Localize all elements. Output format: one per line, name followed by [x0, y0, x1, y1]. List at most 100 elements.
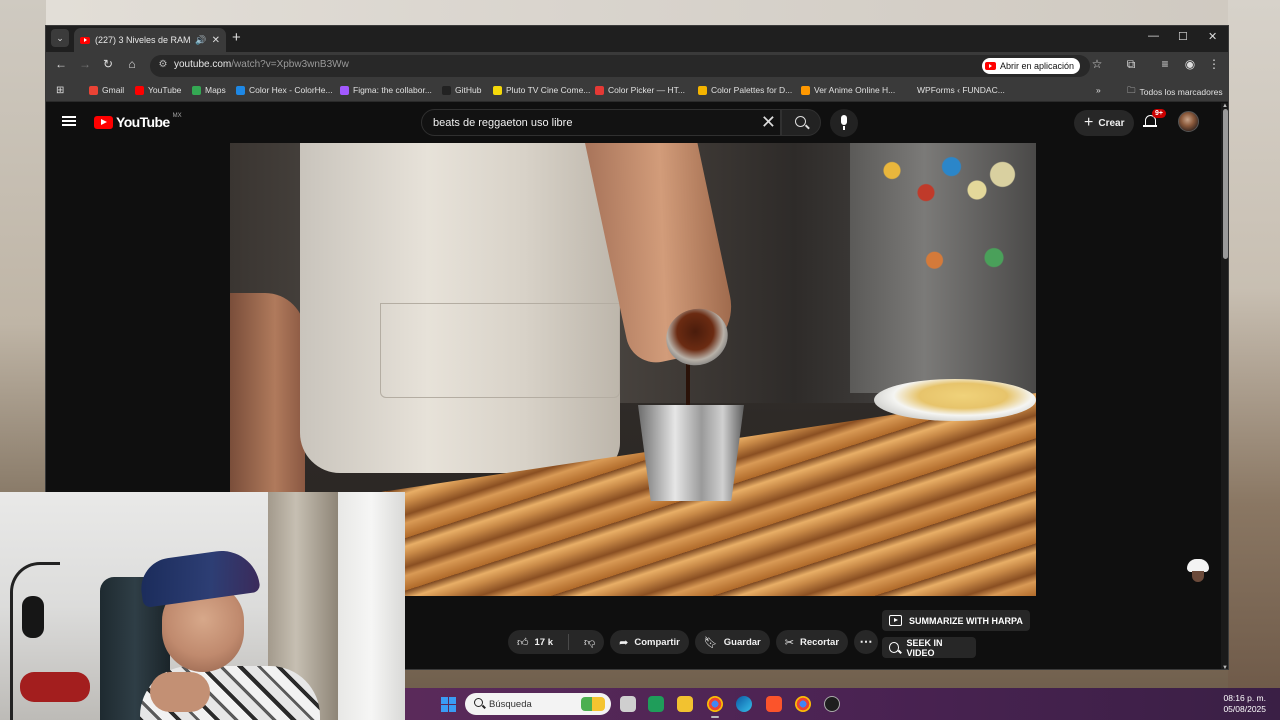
video-actions: 👍︎ 17 k 👎︎ ➦ Compartir 🔖︎ Guardar ✂ Recortar… — [508, 630, 879, 654]
windows-start-icon[interactable] — [441, 697, 456, 712]
tab-strip: ⌄ (227) 3 Niveles de RAMEN | 🔊 ✕ + — ☐ ✕ — [46, 26, 1228, 52]
windows-taskbar: Búsqueda 08:16 p. m. 05/08/2025 — [405, 688, 1280, 720]
bookmark-github[interactable]: GitHub — [442, 85, 481, 95]
video-summary-icon — [889, 615, 902, 626]
bookmark-maps[interactable]: Maps — [192, 85, 226, 95]
like-count: 17 k — [534, 636, 554, 648]
bookmark-colorpalettes[interactable]: Color Palettes for D... — [698, 85, 792, 95]
webcam-overlay — [0, 492, 405, 720]
scroll-down-icon[interactable]: ▼ — [1222, 665, 1228, 669]
apps-grid-icon[interactable]: ⊞ — [56, 85, 64, 96]
bookmark-plutotv[interactable]: Pluto TV Cine Come... — [493, 85, 590, 95]
youtube-app-icon — [984, 62, 996, 70]
scroll-thumb[interactable] — [1223, 109, 1228, 259]
tab-title: (227) 3 Niveles de RAMEN | — [95, 35, 191, 45]
tab-youtube[interactable]: (227) 3 Niveles de RAMEN | 🔊 ✕ — [74, 28, 226, 52]
summarize-with-harpa-button[interactable]: SUMMARIZE WITH HARPA — [882, 610, 1030, 631]
all-bookmarks-folder[interactable]: 🗀 Todos los marcadores — [1127, 85, 1223, 99]
search-highlight-icon — [581, 697, 605, 711]
like-button[interactable]: 👍︎ 17 k — [508, 630, 562, 654]
tab-search-button[interactable]: ⌄ — [51, 29, 69, 47]
back-icon[interactable]: ← — [52, 57, 70, 71]
bookmark-wpforms[interactable]: WPForms ‹ FUNDAC... — [904, 85, 1005, 95]
desktop-background-top — [0, 0, 1280, 25]
region-code: MX — [172, 113, 182, 119]
share-button[interactable]: ➦ Compartir — [610, 630, 689, 654]
search-button[interactable] — [781, 109, 821, 136]
bookmark-star-icon[interactable]: ☆ — [1088, 57, 1106, 71]
speaker-icon[interactable]: 🔊 — [195, 35, 206, 46]
clock-date: 05/08/2025 — [1223, 704, 1266, 714]
site-info-icon[interactable]: ⚙ — [156, 59, 170, 73]
plus-icon: + — [1084, 114, 1094, 131]
close-tab-icon[interactable]: ✕ — [212, 35, 220, 46]
bookmark-youtube[interactable]: YouTube — [135, 85, 181, 95]
harpa-panel: SUMMARIZE WITH HARPA SEEK IN VIDEO — [882, 610, 1030, 658]
reading-list-icon[interactable]: ≡ — [1156, 57, 1174, 71]
chef-extension-icon[interactable] — [1185, 559, 1211, 583]
page-scrollbar[interactable]: ▲ ▼ — [1221, 103, 1228, 669]
taskbar-search[interactable]: Búsqueda — [465, 693, 611, 715]
browser-toolbar: ← → ↻ ⌂ ⚙ youtube.com/watch?v=Xpbw3wnB3W… — [46, 52, 1228, 80]
clear-search-icon[interactable]: ✕ — [761, 113, 776, 131]
system-clock[interactable]: 08:16 p. m. 05/08/2025 — [1223, 693, 1266, 715]
reload-icon[interactable]: ↻ — [99, 57, 117, 71]
search-input[interactable]: beats de reggaeton uso libre ✕ — [421, 109, 781, 136]
search-icon — [795, 116, 806, 127]
like-dislike-group: 👍︎ 17 k 👎︎ — [508, 630, 605, 654]
thumbs-down-icon: 👎︎ — [584, 636, 596, 649]
dislike-button[interactable]: 👎︎ — [575, 630, 604, 654]
close-window-icon[interactable]: ✕ — [1208, 30, 1217, 43]
video-frame-plate — [874, 379, 1036, 421]
menu-icon[interactable] — [62, 116, 76, 126]
bookmark-icon: 🔖︎ — [703, 636, 718, 649]
bookmark-colorpicker[interactable]: Color Picker — HT... — [595, 85, 685, 95]
bookmarks-bar: ⊞ Gmail YouTube Maps Color Hex - ColorHe… — [46, 80, 1228, 102]
save-button[interactable]: 🔖︎ Guardar — [694, 630, 770, 654]
youtube-logo[interactable]: YouTube MX — [94, 113, 182, 130]
address-bar[interactable]: ⚙ youtube.com/watch?v=Xpbw3wnB3Ww — [150, 55, 1090, 77]
youtube-play-logo-icon — [94, 115, 113, 129]
create-button[interactable]: + Crear — [1074, 110, 1135, 136]
taskbar-search-icon — [474, 698, 483, 707]
bookmark-colorhex[interactable]: Color Hex - ColorHe... — [236, 85, 333, 95]
browser-menu-icon[interactable]: ⋮ — [1205, 57, 1223, 71]
file-explorer-icon[interactable] — [677, 696, 693, 712]
new-tab-button[interactable]: + — [232, 29, 241, 46]
minimize-icon[interactable]: — — [1148, 30, 1159, 42]
scissors-icon: ✂ — [784, 636, 794, 649]
bookmark-gmail[interactable]: Gmail — [89, 85, 124, 95]
forward-icon[interactable]: → — [76, 57, 94, 71]
youtube-favicon-icon — [80, 36, 90, 44]
clock-time: 08:16 p. m. — [1223, 693, 1266, 703]
notification-badge: 9+ — [1152, 109, 1166, 118]
home-icon[interactable]: ⌂ — [123, 57, 141, 71]
extensions-icon[interactable]: ⧉ — [1122, 57, 1140, 72]
task-view-icon[interactable] — [620, 696, 636, 712]
seek-search-icon — [889, 642, 900, 653]
search-query: beats de reggaeton uso libre — [433, 117, 573, 129]
voice-search-icon[interactable] — [830, 109, 858, 137]
desktop-background-right — [1228, 0, 1280, 720]
maximize-icon[interactable]: ☐ — [1178, 30, 1188, 43]
video-frame-apron-pocket — [380, 303, 620, 398]
chrome-icon[interactable] — [707, 696, 723, 718]
more-bookmarks-icon[interactable]: » — [1096, 85, 1101, 95]
open-in-app-button[interactable]: Abrir en aplicación — [981, 58, 1080, 74]
avatar[interactable] — [1178, 111, 1199, 132]
edge-icon[interactable] — [736, 696, 752, 712]
bookmark-figma[interactable]: Figma: the collabor... — [340, 85, 432, 95]
video-frame-left-arm — [230, 293, 305, 493]
profile-icon[interactable]: ◉ — [1181, 57, 1199, 71]
obs-icon[interactable] — [824, 696, 840, 712]
seek-in-video-button[interactable]: SEEK IN VIDEO — [882, 637, 976, 658]
webcam-pillow — [20, 672, 90, 702]
app-green-icon[interactable] — [648, 696, 664, 712]
clip-button[interactable]: ✂ Recortar — [775, 630, 849, 654]
bookmark-anime[interactable]: Ver Anime Online H... — [801, 85, 895, 95]
chrome-profile-icon[interactable] — [795, 696, 811, 712]
more-actions-icon[interactable]: ⋯ — [854, 630, 879, 654]
brave-icon[interactable] — [766, 696, 782, 712]
taskbar-search-placeholder: Búsqueda — [489, 699, 532, 710]
folder-icon: 🗀 — [1127, 85, 1136, 95]
